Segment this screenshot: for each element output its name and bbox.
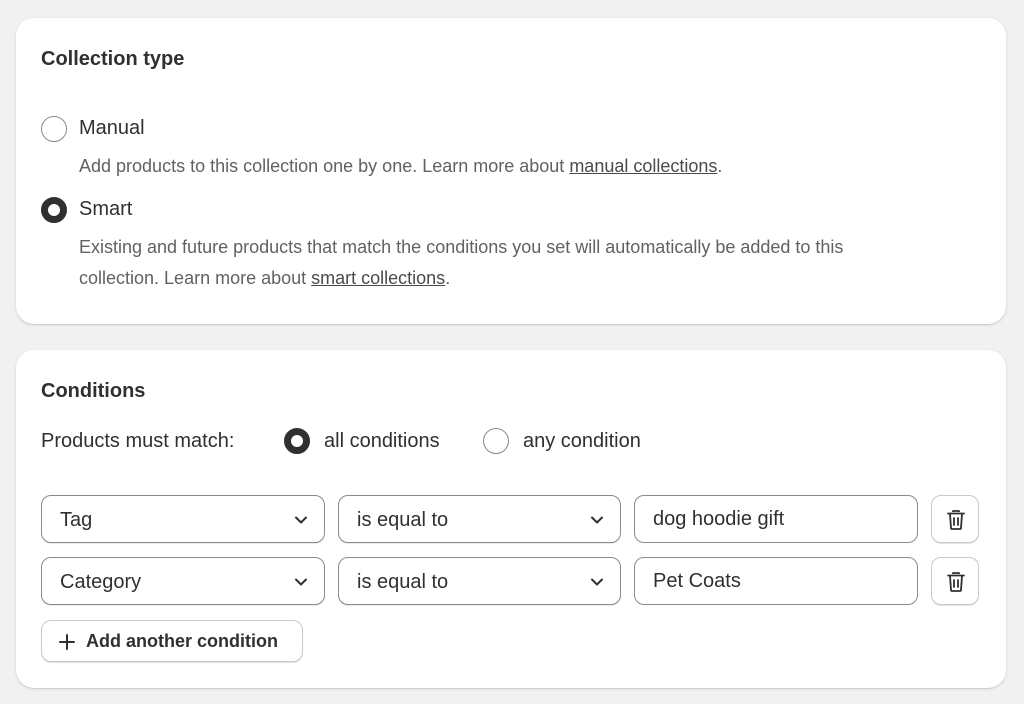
smart-desc-suffix: .: [445, 268, 451, 288]
delete-condition-button[interactable]: [931, 495, 979, 543]
condition-field-value: Tag: [60, 509, 93, 531]
smart-collections-link[interactable]: smart collections: [311, 268, 445, 288]
smart-radio[interactable]: [41, 197, 67, 223]
match-any-radio[interactable]: [483, 428, 509, 454]
manual-description: Add products to this collection one by o…: [79, 151, 979, 182]
smart-desc-line1: Existing and future products that match …: [79, 237, 844, 257]
conditions-card: Conditions Products must match: all cond…: [16, 350, 1006, 688]
condition-field-select[interactable]: Category: [41, 557, 325, 605]
conditions-title: Conditions: [41, 380, 146, 402]
manual-desc-suffix: .: [717, 156, 723, 176]
condition-field-value: Category: [60, 571, 142, 593]
manual-label[interactable]: Manual: [79, 117, 145, 140]
condition-operator-value: is equal to: [357, 571, 449, 593]
condition-operator-select[interactable]: is equal to: [338, 557, 621, 605]
match-all-label[interactable]: all conditions: [324, 430, 440, 453]
match-all-radio[interactable]: [284, 428, 310, 454]
plus-icon: [59, 634, 75, 650]
smart-description: Existing and future products that match …: [79, 232, 979, 294]
smart-desc-line2: collection. Learn more about smart colle…: [79, 263, 979, 294]
manual-radio[interactable]: [41, 116, 67, 142]
delete-condition-button[interactable]: [931, 557, 979, 605]
match-label: Products must match:: [41, 430, 235, 452]
condition-value-input[interactable]: [635, 496, 917, 542]
chevron-down-icon: [295, 578, 307, 586]
trash-icon: [947, 510, 965, 530]
smart-desc-text: collection. Learn more about: [79, 268, 312, 288]
collection-type-title: Collection type: [41, 48, 185, 70]
manual-collections-link[interactable]: manual collections: [569, 156, 717, 176]
add-condition-label: Add another condition: [86, 631, 278, 651]
condition-value-field[interactable]: [634, 495, 918, 543]
trash-icon: [947, 572, 965, 592]
manual-desc-text: Add products to this collection one by o…: [79, 156, 570, 176]
condition-operator-select[interactable]: is equal to: [338, 495, 621, 543]
add-condition-button[interactable]: Add another condition: [41, 620, 303, 662]
match-any-label[interactable]: any condition: [523, 430, 641, 453]
chevron-down-icon: [591, 516, 603, 524]
collection-type-card: Collection type Manual Add products to t…: [16, 18, 1006, 324]
chevron-down-icon: [591, 578, 603, 586]
condition-operator-value: is equal to: [357, 509, 449, 531]
smart-label[interactable]: Smart: [79, 198, 132, 221]
condition-value-input[interactable]: [635, 558, 917, 604]
condition-value-field[interactable]: [634, 557, 918, 605]
condition-field-select[interactable]: Tag: [41, 495, 325, 543]
chevron-down-icon: [295, 516, 307, 524]
